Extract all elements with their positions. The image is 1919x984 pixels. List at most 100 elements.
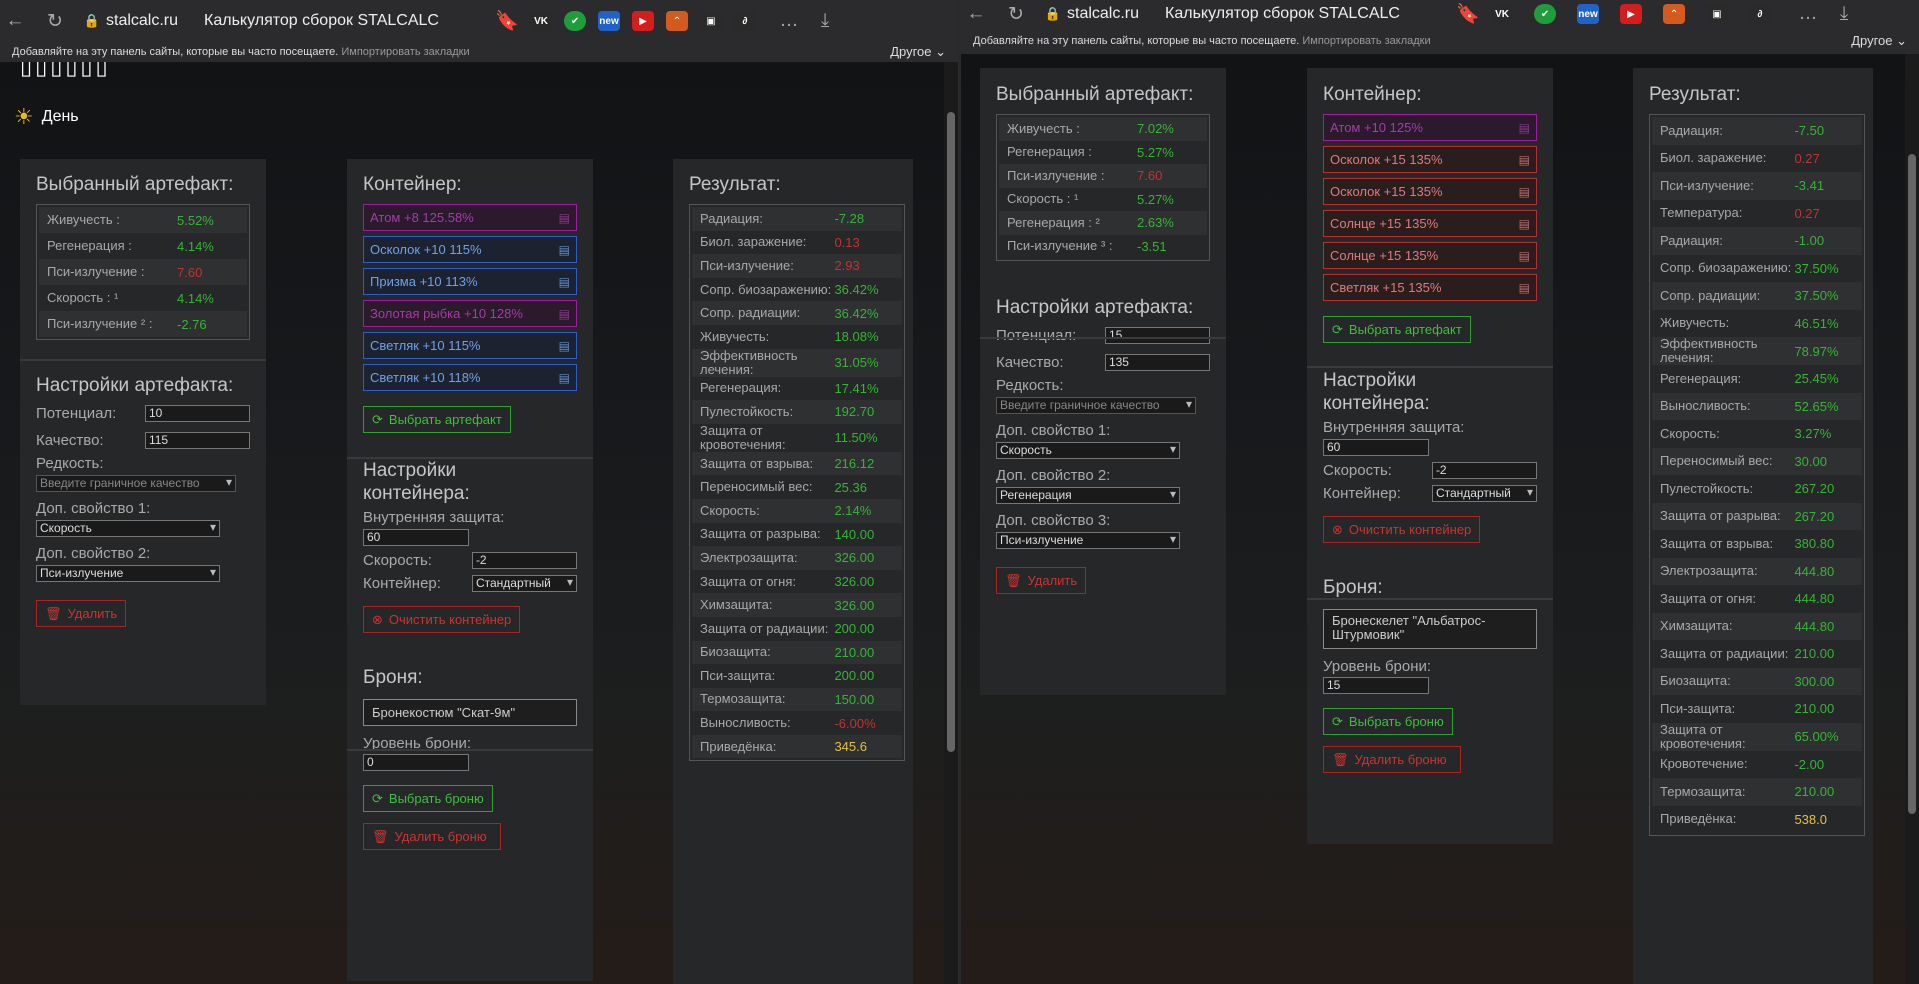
more-icon[interactable]: … <box>774 10 804 32</box>
container-slot[interactable]: Призма +10 113% ▤ <box>363 268 577 295</box>
document-icon[interactable]: ▤ <box>1519 281 1530 295</box>
container-slot[interactable]: Осколок +10 115% ▤ <box>363 236 577 263</box>
delete-artifact-button[interactable]: 🗑 Удалить <box>996 567 1087 594</box>
document-icon[interactable]: ▤ <box>559 307 570 321</box>
armor-name-field[interactable]: Бронескелет "Альбатрос-Штурмовик" <box>1323 609 1537 649</box>
delete-armor-button[interactable]: 🗑 Удалить броню <box>1323 746 1461 773</box>
document-icon[interactable]: ▤ <box>559 211 570 225</box>
clear-container-button[interactable]: ⊗ Очистить контейнер <box>1323 516 1481 543</box>
document-icon[interactable]: ▤ <box>559 275 570 289</box>
document-icon[interactable]: ▤ <box>1519 249 1530 263</box>
page-title: Калькулятор сборок STALCALC <box>1165 5 1400 22</box>
extra3-select[interactable]: Пси-излучение <box>996 532 1180 549</box>
stat-row: Регенерация : ² 2.63% <box>999 211 1207 235</box>
armor-name-field[interactable]: Бронекостюм "Скат-9м" <box>363 699 577 726</box>
import-bookmarks-link[interactable]: Импортировать закладки <box>1302 35 1430 47</box>
container-slot[interactable]: Светляк +10 118% ▤ <box>363 364 577 391</box>
container-slot[interactable]: Атом +8 125.58% ▤ <box>363 204 577 231</box>
container-type-select[interactable]: Стандартный <box>471 575 577 592</box>
container-slot[interactable]: Осколок +15 135% ▤ <box>1323 178 1537 205</box>
delete-artifact-button[interactable]: 🗑 Удалить <box>36 600 127 627</box>
youtube-extension-icon[interactable]: ▶ <box>1620 4 1643 24</box>
container-slot[interactable]: Солнце +15 135% ▤ <box>1323 210 1537 237</box>
speed-input[interactable]: -2 <box>1431 462 1537 479</box>
delete-armor-button[interactable]: 🗑 Удалить броню <box>363 823 501 850</box>
more-icon[interactable]: … <box>1793 3 1823 25</box>
container-type-select[interactable]: Стандартный <box>1431 485 1537 502</box>
other-bookmarks-button[interactable]: Другое ⌄ <box>1851 28 1907 54</box>
potential-field: Потенциал: 10 <box>36 405 250 422</box>
stat-value: -7.50 <box>1794 123 1825 139</box>
clear-container-button[interactable]: ⊗ Очистить контейнер <box>363 606 521 633</box>
scrollbar-thumb[interactable] <box>947 112 955 752</box>
window-extension-icon[interactable]: ▣ <box>1706 4 1729 24</box>
reload-icon[interactable]: ↻ <box>40 10 70 33</box>
document-icon[interactable]: ▤ <box>1519 185 1530 199</box>
shield-extension-icon[interactable]: ✔ <box>564 11 587 31</box>
shield-extension-icon[interactable]: ✔ <box>1534 4 1557 24</box>
extra2-select[interactable]: Пси-излучение <box>36 565 220 582</box>
document-icon[interactable]: ▤ <box>559 371 570 385</box>
bookmark-icon[interactable]: 🔖 <box>492 9 522 33</box>
document-icon[interactable]: ▤ <box>559 339 570 353</box>
potential-input[interactable]: 15 <box>1104 327 1210 344</box>
news-extension-icon[interactable]: new <box>598 11 621 31</box>
choose-artifact-button[interactable]: ⟳ Выбрать артефакт <box>363 406 511 433</box>
container-settings-title: Настройки контейнера: <box>1323 370 1430 414</box>
choose-armor-button[interactable]: ⟳ Выбрать броню <box>363 785 493 812</box>
youtube-extension-icon[interactable]: ▶ <box>632 11 655 31</box>
rarity-select[interactable]: Введите граничное качество <box>36 475 236 492</box>
theme-toggle[interactable]: ☀ День <box>14 106 79 128</box>
bookmark-icon[interactable]: 🔖 <box>1453 2 1483 26</box>
container-slot[interactable]: Светляк +15 135% ▤ <box>1323 274 1537 301</box>
container-slot[interactable]: Светляк +10 115% ▤ <box>363 332 577 359</box>
reload-icon[interactable]: ↻ <box>1001 3 1031 26</box>
url-host[interactable]: stalcalc.ru <box>106 12 178 30</box>
container-slot[interactable]: Атом +10 125% ▤ <box>1323 114 1537 141</box>
lock-icon[interactable]: 🔒 <box>82 13 102 29</box>
vk-extension-icon[interactable]: VK <box>1491 4 1514 24</box>
scrollbar[interactable] <box>944 62 958 984</box>
quality-input[interactable]: 135 <box>1104 354 1210 371</box>
document-icon[interactable]: ▤ <box>1519 217 1530 231</box>
up-extension-icon[interactable]: ⌃ <box>1663 4 1686 24</box>
inner-protect-input[interactable]: 60 <box>363 529 469 546</box>
import-bookmarks-link[interactable]: Импортировать закладки <box>341 46 469 58</box>
download-icon[interactable]: ⤓ <box>1829 3 1859 25</box>
other-bookmarks-button[interactable]: Другое ⌄ <box>890 42 946 62</box>
window-extension-icon[interactable]: ▣ <box>700 11 723 31</box>
back-icon[interactable]: ← <box>961 3 991 25</box>
document-icon[interactable]: ▤ <box>1519 153 1530 167</box>
scrollbar[interactable] <box>1905 54 1919 984</box>
refresh-icon: ⟳ <box>372 411 383 427</box>
steam-extension-icon[interactable]: ∂ <box>1749 4 1772 24</box>
extra1-select[interactable]: Скорость <box>36 520 220 537</box>
container-slot[interactable]: Золотая рыбка +10 128% ▤ <box>363 300 577 327</box>
armor-level-input[interactable]: 0 <box>363 754 469 771</box>
document-icon[interactable]: ▤ <box>559 243 570 257</box>
download-icon[interactable]: ⤓ <box>810 10 840 32</box>
potential-input[interactable]: 10 <box>144 405 250 422</box>
inner-protect-input[interactable]: 60 <box>1323 439 1429 456</box>
choose-artifact-button[interactable]: ⟳ Выбрать артефакт <box>1323 316 1471 343</box>
stat-label: Защита от огня: <box>700 573 797 589</box>
news-extension-icon[interactable]: new <box>1577 4 1600 24</box>
armor-level-input[interactable]: 15 <box>1323 677 1429 694</box>
vk-extension-icon[interactable]: VK <box>530 11 553 31</box>
stat-value: 444.80 <box>1794 563 1835 579</box>
container-slot[interactable]: Солнце +15 135% ▤ <box>1323 242 1537 269</box>
choose-armor-button[interactable]: ⟳ Выбрать броню <box>1323 708 1453 735</box>
container-slot[interactable]: Осколок +15 135% ▤ <box>1323 146 1537 173</box>
up-extension-icon[interactable]: ⌃ <box>666 11 689 31</box>
lock-icon[interactable]: 🔒 <box>1043 6 1063 22</box>
steam-extension-icon[interactable]: ∂ <box>734 11 757 31</box>
back-icon[interactable]: ← <box>0 10 30 32</box>
scrollbar-thumb[interactable] <box>1908 154 1916 814</box>
extra1-select[interactable]: Скорость <box>996 442 1180 459</box>
quality-input[interactable]: 115 <box>144 432 250 449</box>
url-host[interactable]: stalcalc.ru <box>1067 5 1139 23</box>
speed-input[interactable]: -2 <box>471 552 577 569</box>
rarity-select[interactable]: Введите граничное качество <box>996 397 1196 414</box>
extra2-select[interactable]: Регенерация <box>996 487 1180 504</box>
document-icon[interactable]: ▤ <box>1519 121 1530 135</box>
